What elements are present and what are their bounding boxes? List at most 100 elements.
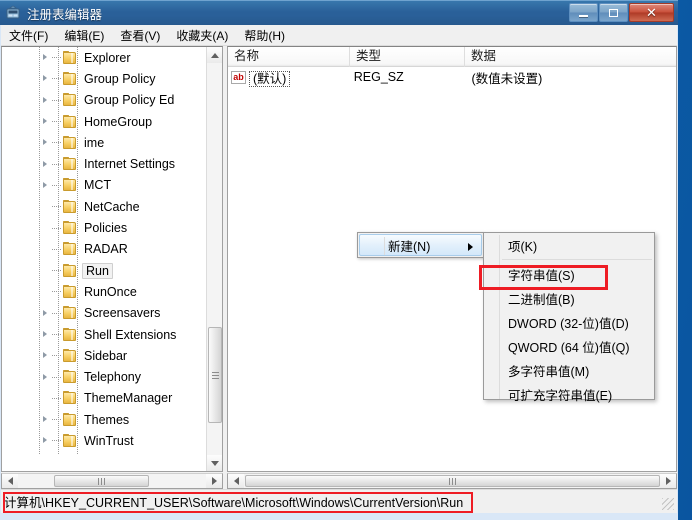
values-horizontal-scrollbar[interactable] xyxy=(227,473,677,489)
submenu-item-new-dword-value[interactable]: DWORD (32-位)值(D) xyxy=(484,310,654,334)
folder-icon xyxy=(62,284,78,299)
tree-item-label: MCT xyxy=(84,178,112,193)
expand-chevron-icon[interactable] xyxy=(40,180,51,191)
expand-chevron-icon[interactable] xyxy=(40,159,51,170)
folder-icon xyxy=(62,178,78,192)
expand-chevron-icon[interactable] xyxy=(40,95,51,106)
folder-icon xyxy=(62,370,78,384)
tree-item-label: Internet Settings xyxy=(84,157,176,172)
folder-icon xyxy=(62,327,78,342)
tree-item-screensavers[interactable]: Screensavers xyxy=(2,303,207,324)
tree-item-group-policy[interactable]: Group Policy xyxy=(2,68,207,89)
submenu-item-label: 可扩充字符串值(E) xyxy=(508,388,613,403)
registry-tree-pane[interactable]: Explorer Group Policy Group Policy Ed HomeG… xyxy=(1,46,223,472)
tree-item-label: Policies xyxy=(84,221,128,236)
tree-item-homegroup[interactable]: HomeGroup xyxy=(2,111,207,132)
tree-item-shell-extensions[interactable]: Shell Extensions xyxy=(2,324,207,345)
tree-item-label: WinTrust xyxy=(84,433,134,448)
menu-view[interactable]: 查看(V) xyxy=(112,25,168,46)
tree-item-netcache[interactable]: NetCache xyxy=(2,196,207,217)
tree-item-radar[interactable]: RADAR xyxy=(2,239,207,260)
scroll-right-button[interactable] xyxy=(660,474,676,488)
expand-chevron-icon[interactable] xyxy=(40,116,51,127)
value-data: (数值未设置) xyxy=(471,71,543,86)
folder-icon xyxy=(62,71,78,86)
expand-chevron-icon[interactable] xyxy=(40,372,51,383)
tree-item-run[interactable]: Run xyxy=(2,260,207,281)
tree-node-list: Explorer Group Policy Group Policy Ed HomeG… xyxy=(2,47,207,455)
tree-item-label: Shell Extensions xyxy=(84,327,177,342)
chevron-left-icon xyxy=(233,477,239,485)
tree-item-wintrust[interactable]: WinTrust xyxy=(2,430,207,451)
expand-chevron-icon[interactable] xyxy=(40,329,51,340)
values-hscroll-thumb[interactable] xyxy=(245,475,660,487)
tree-item-telephony[interactable]: Telephony xyxy=(2,366,207,387)
menu-bar: 文件(F) 编辑(E) 查看(V) 收藏夹(A) 帮助(H) xyxy=(1,25,677,46)
scroll-up-button[interactable] xyxy=(207,47,222,63)
tree-item-explorer[interactable]: Explorer xyxy=(2,47,207,68)
chevron-down-icon xyxy=(211,460,219,466)
tree-item-dwm[interactable]: DWM xyxy=(2,452,207,455)
submenu-item-new-qword-value[interactable]: QWORD (64 位)值(Q) xyxy=(484,334,654,358)
scroll-down-button[interactable] xyxy=(207,455,222,471)
value-name: (默认) xyxy=(249,70,291,87)
tree-item-internet-settings[interactable]: Internet Settings xyxy=(2,153,207,174)
tree-hscroll-thumb[interactable] xyxy=(54,475,149,487)
expand-chevron-icon[interactable] xyxy=(40,73,51,84)
expand-chevron-icon[interactable] xyxy=(40,308,51,319)
column-header-name[interactable]: 名称 xyxy=(228,47,350,67)
tree-item-label: ThemeManager xyxy=(84,391,173,406)
tree-item-sidebar[interactable]: Sidebar xyxy=(2,345,207,366)
minimize-button[interactable] xyxy=(569,3,598,22)
tree-line-stub xyxy=(40,393,51,404)
scroll-left-button[interactable] xyxy=(228,474,244,488)
submenu-item-new-binary-value[interactable]: 二进制值(B) xyxy=(484,286,654,310)
menu-edit[interactable]: 编辑(E) xyxy=(56,25,112,46)
maximize-button[interactable] xyxy=(599,3,628,22)
grip-icon xyxy=(449,477,456,485)
expand-chevron-icon[interactable] xyxy=(40,350,51,361)
new-submenu-items: 项(K) 字符串值(S) 二进制值(B) DWORD (32-位)值(D) QWORD … xyxy=(484,233,654,406)
close-button[interactable]: ✕ xyxy=(629,3,674,22)
tree-horizontal-scrollbar[interactable] xyxy=(1,473,223,489)
folder-icon xyxy=(62,242,78,256)
context-menu-item-new[interactable]: 新建(N) xyxy=(359,234,482,256)
tree-line-stub xyxy=(40,223,51,234)
menu-file[interactable]: 文件(F) xyxy=(1,25,56,46)
tree-item-themes[interactable]: Themes xyxy=(2,409,207,430)
tree-connector-line xyxy=(52,57,61,59)
tree-connector-line xyxy=(52,227,61,229)
tree-item-policies[interactable]: Policies xyxy=(2,217,207,238)
window-title: 注册表编辑器 xyxy=(27,7,103,22)
column-header-type[interactable]: 类型 xyxy=(350,47,465,67)
submenu-item-new-multi-string[interactable]: 多字符串值(M) xyxy=(484,358,654,382)
folder-icon xyxy=(62,306,78,320)
scroll-left-button[interactable] xyxy=(2,474,18,488)
expand-chevron-icon[interactable] xyxy=(40,414,51,425)
submenu-item-new-expandable-string[interactable]: 可扩充字符串值(E) xyxy=(484,382,654,406)
title-bar[interactable]: 注册表编辑器 ✕ xyxy=(0,0,678,25)
tree-vertical-scrollbar[interactable] xyxy=(206,47,222,471)
tree-item-thememanager[interactable]: ThemeManager xyxy=(2,388,207,409)
expand-chevron-icon[interactable] xyxy=(40,137,51,148)
menu-favorites[interactable]: 收藏夹(A) xyxy=(168,25,236,46)
tree-item-label: RunOnce xyxy=(84,284,137,299)
tree-item-ime[interactable]: ime xyxy=(2,132,207,153)
scroll-right-button[interactable] xyxy=(206,474,222,488)
tree-item-group-policy-ed[interactable]: Group Policy Ed xyxy=(2,90,207,111)
submenu-item-new-key[interactable]: 项(K) xyxy=(484,233,654,257)
folder-icon xyxy=(62,348,78,363)
tree-item-mct[interactable]: MCT xyxy=(2,175,207,196)
folder-icon xyxy=(62,50,78,65)
expand-chevron-icon[interactable] xyxy=(40,52,51,63)
submenu-item-new-string-value[interactable]: 字符串值(S) xyxy=(484,262,654,286)
tree-item-runonce[interactable]: RunOnce xyxy=(2,281,207,302)
caption-buttons: ✕ xyxy=(569,3,674,22)
submenu-item-label: 多字符串值(M) xyxy=(508,364,590,379)
table-row[interactable]: ab (默认) REG_SZ (数值未设置) xyxy=(228,67,676,87)
menu-help[interactable]: 帮助(H) xyxy=(236,25,293,46)
column-header-data[interactable]: 数据 xyxy=(465,47,676,67)
resize-grip-icon[interactable] xyxy=(662,498,674,510)
tree-scroll-thumb[interactable] xyxy=(208,327,222,423)
expand-chevron-icon[interactable] xyxy=(40,435,51,446)
